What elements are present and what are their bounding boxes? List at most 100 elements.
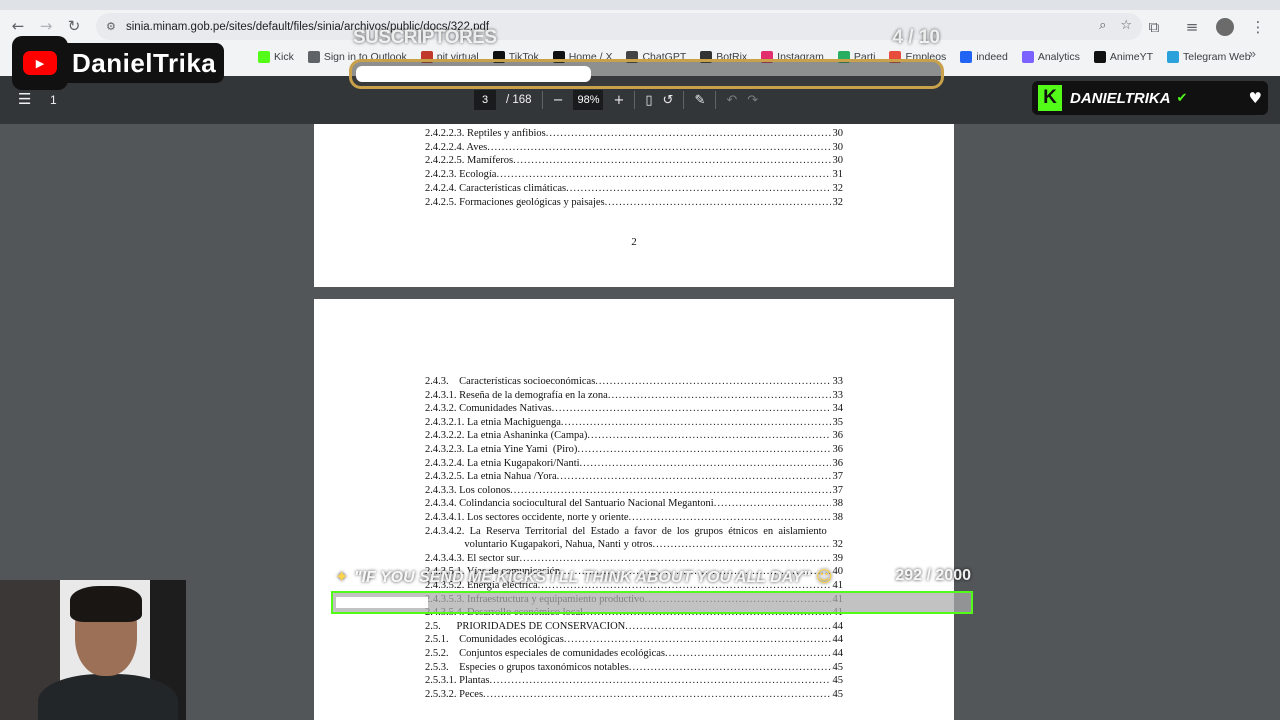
kick-channel-name: DANIELTRIKA (1070, 89, 1171, 107)
toc-entry-title: 2.4.3.4.2. La Reserva Territorial del Es… (425, 525, 827, 537)
page-number-input[interactable]: 3 (474, 90, 496, 110)
toc-entry-title: 2.4.3.2.2. La etnia Ashaninka (Campa) (425, 430, 588, 442)
toc-entry: 2.4.3.1. Reseña de la demografía en la z… (425, 390, 843, 401)
undo-icon[interactable]: ↶ (726, 93, 737, 108)
toc-entry-page: 33 (832, 376, 844, 387)
toc-entry: 2.4.2.4. Características climáticas 32 (425, 183, 843, 194)
toc-entry-page: 38 (832, 498, 844, 510)
toc-entry: 2.5. PRIORIDADES DE CONSERVACIÓN 44 (425, 621, 843, 632)
bookmark-favicon-icon (258, 51, 270, 63)
divider (683, 91, 685, 109)
kick-goal-title: ✦ "IF YOU SEND ME KICKS I'LL THINK ABOUT… (335, 567, 833, 587)
toc-entry: 2.4.3.4. Colindancia sociocultural del S… (425, 498, 843, 509)
tab-strip (0, 0, 1280, 10)
youtube-channel-name: DanielTrika (62, 43, 225, 83)
toc-entry-page: 44 (832, 620, 844, 632)
kick-channel-badge: K DANIELTRIKA ✔ ♥ (1032, 81, 1268, 115)
pdf-page: 2 2.4.2.2.3. Reptiles y anfibios302.4.2.… (314, 124, 954, 287)
toc-entry-title: 2.4.2.4. Características climáticas (425, 182, 567, 194)
toc-entry-page: 39 (832, 552, 844, 564)
bookmark-item[interactable]: Kick (258, 51, 294, 63)
toc-entry: 2.5.3.2. Peces 45 (425, 689, 843, 700)
bookmark-item[interactable]: indeed (960, 51, 1008, 63)
divider (634, 91, 636, 109)
toc-entry: 2.4.2.2.5. Mamíferos 30 (425, 155, 843, 166)
toc-entry: 2.5.3. Especies o grupos taxonómicos not… (425, 662, 843, 673)
rotate-icon[interactable]: ↺ (663, 93, 674, 108)
reading-list-icon[interactable]: ≡ (1178, 13, 1206, 41)
toc-leader-dots (487, 142, 830, 153)
toc-leader-dots (546, 128, 831, 139)
page-footer-number: 2 (631, 236, 637, 248)
extensions-icon[interactable]: ⧉ (1140, 13, 1168, 41)
toc-entry: 2.4.2.2.3. Reptiles y anfibios 30 (425, 128, 843, 139)
sparkle-icon: ✦ (335, 567, 354, 586)
toc-leader-dots (564, 634, 831, 645)
bookmark-item[interactable]: Analytics (1021, 51, 1080, 63)
zoom-in-icon[interactable]: + (613, 93, 624, 108)
pdf-page: 2.4.3. Características socioeconómicas 33… (314, 299, 954, 720)
toc-entry: 2.4.3.2.4. La etnia Kugapakori/Nanti 36 (425, 458, 843, 469)
toc-entry-title: 2.5.3.1. Plantas (425, 675, 490, 687)
youtube-logo: ▶ (12, 36, 68, 90)
toc-entry-title: 2.5. PRIORIDADES DE CONSERVACIÓN (425, 620, 626, 632)
kick-logo: K (1038, 85, 1062, 111)
toc-entry-title: 2.4.2.2.4. Aves (425, 141, 488, 153)
toc-leader-dots (577, 444, 830, 455)
bookmark-label: Kick (274, 51, 294, 63)
toc-entry-page: 33 (832, 389, 844, 401)
toc-entry-title: 2.4.2.2.3. Reptiles y anfibios (425, 128, 546, 139)
toc-leader-dots (483, 689, 830, 700)
toc-entry-title: 2.5.2. Conjuntos especiales de comunidad… (425, 648, 665, 659)
toc-entry-page: 45 (832, 688, 844, 700)
bookmark-item[interactable]: Telegram Web (1167, 51, 1251, 63)
toc-entry-title: 2.4.2.2.5. Mamíferos (425, 155, 514, 167)
toc-entry-title: 2.4.3.4.1. Los sectores occidente, norte… (425, 512, 629, 523)
bookmark-favicon-icon (960, 51, 973, 63)
toc-entry-page: 30 (832, 128, 844, 139)
hamburger-menu-icon[interactable]: ☰ (18, 90, 31, 108)
toc-entry-page: 36 (832, 444, 844, 455)
toc-leader-dots (608, 390, 831, 401)
toc-leader-dots (595, 376, 830, 387)
toc-entry-title: 2.4.3.4.3. El sector sur (425, 552, 520, 564)
bookmark-label: AnimeYT (1109, 51, 1154, 63)
toc-entry-title: 2.5.3. Especies o grupos taxonómicos not… (425, 661, 629, 673)
fit-page-icon[interactable]: ▯ (645, 93, 652, 108)
toc-entry-page: 37 (832, 484, 844, 496)
annotate-icon[interactable]: ✎ (694, 93, 705, 108)
zoom-out-icon[interactable]: − (553, 93, 564, 108)
toc-entry: 2.5.1. Comunidades ecológicas 44 (425, 634, 843, 645)
toc-entry-title: 2.4.3.3. Los colonos (425, 484, 511, 496)
toc-leader-dots (513, 155, 830, 166)
zoom-input[interactable]: 98% (573, 90, 604, 110)
toc-leader-dots (580, 458, 831, 469)
bookmarks-overflow-icon[interactable]: » (1249, 46, 1256, 61)
divider (715, 91, 717, 109)
smirk-emoji-icon: ☺ (810, 567, 833, 586)
toc-entry: 2.4.3.4.1. Los sectores occidente, norte… (425, 512, 843, 523)
toc-entry-page: 36 (832, 430, 844, 442)
total-pages: / 168 (506, 94, 532, 106)
toc-entry-page: 31 (832, 169, 844, 181)
profile-avatar[interactable] (1216, 18, 1234, 36)
toc-leader-dots (629, 662, 831, 673)
webcam-person-hair (70, 586, 142, 622)
zoom-icon[interactable]: ⌕ (1099, 18, 1106, 33)
toc-entry-page: 36 (832, 457, 844, 469)
toc-entry-title: 2.4.3.1. Reseña de la demografía en la z… (425, 389, 608, 401)
reload-icon[interactable]: ↻ (60, 12, 88, 40)
site-info-icon[interactable]: ⚙ (106, 20, 124, 33)
toc-entry-page: 30 (832, 141, 844, 153)
bookmark-item[interactable]: AnimeYT (1093, 51, 1154, 63)
toc-entry: 2.4.3.2.3. La etnia Yine Yami (Piro) 36 (425, 444, 843, 455)
toc-leader-dots (625, 621, 830, 632)
redo-icon[interactable]: ↷ (747, 93, 758, 108)
sub-goal-bar (349, 59, 944, 89)
menu-icon[interactable]: ⋮ (1244, 13, 1272, 41)
toc-leader-dots (552, 403, 831, 414)
kick-goal-label: "IF YOU SEND ME KICKS I'LL THINK ABOUT Y… (353, 569, 811, 586)
toc-entry-title: 2.4.3.2. Comunidades Nativas (425, 403, 552, 415)
bookmark-star-icon[interactable]: ☆ (1120, 18, 1132, 33)
divider (541, 91, 543, 109)
